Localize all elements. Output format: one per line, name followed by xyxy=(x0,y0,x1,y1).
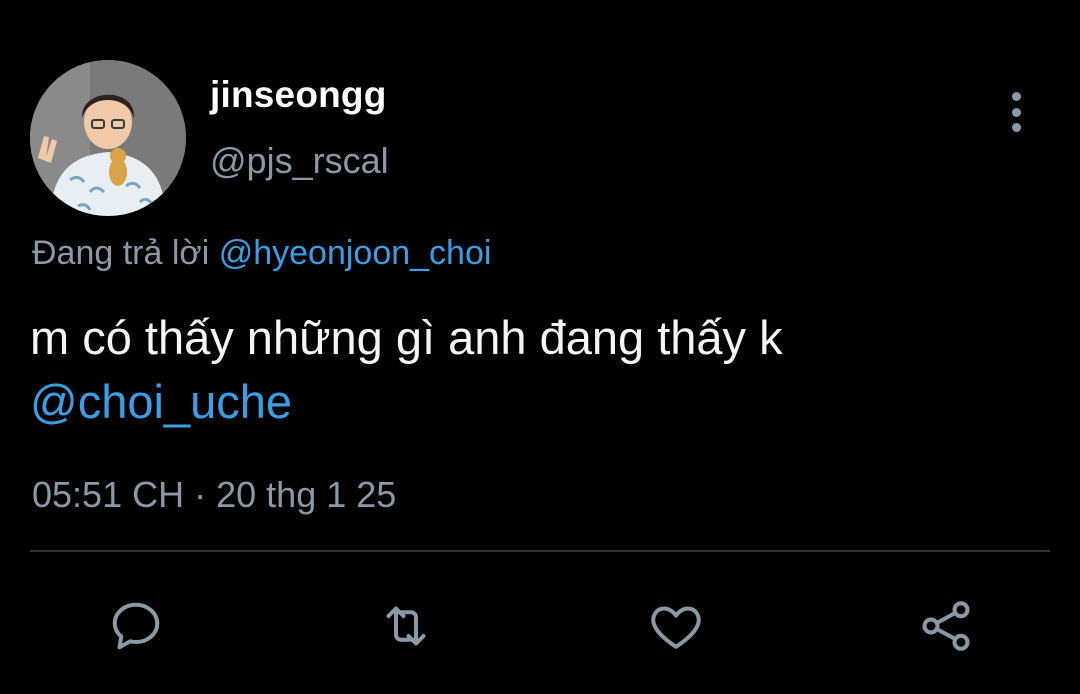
reply-to-mention-link[interactable]: @hyeonjoon_choi xyxy=(219,234,492,272)
tweet-text-line: m có thấy những gì anh đang thấy k xyxy=(30,311,783,364)
like-button[interactable] xyxy=(644,594,708,658)
user-handle[interactable]: @pjs_rscal xyxy=(210,140,389,182)
more-vertical-icon-dot xyxy=(1011,123,1021,132)
tweet-timestamp[interactable]: 05:51 CH · 20 thg 1 25 xyxy=(32,474,396,516)
share-icon xyxy=(922,601,970,651)
divider xyxy=(30,550,1050,552)
share-button[interactable] xyxy=(914,594,978,658)
retweet-button[interactable] xyxy=(374,594,438,658)
reply-prefix: Đang trả lời xyxy=(32,234,210,272)
reply-button[interactable] xyxy=(104,594,168,658)
retweet-icon xyxy=(386,606,426,646)
tweet-text: m có thấy những gì anh đang thấy k @choi… xyxy=(30,306,1050,434)
tweet-date: 20 thg 1 25 xyxy=(216,474,397,515)
timestamp-separator: · xyxy=(194,474,207,515)
display-name[interactable]: jinseongg xyxy=(210,74,387,116)
comment-icon xyxy=(112,602,160,650)
more-options-button[interactable] xyxy=(996,88,1036,136)
avatar[interactable] xyxy=(30,60,186,216)
avatar-photo xyxy=(30,60,186,216)
more-vertical-icon xyxy=(1011,92,1021,101)
tweet-time: 05:51 CH xyxy=(32,474,185,515)
tweet-mention-link[interactable]: @choi_uche xyxy=(30,370,1050,434)
replying-to: Đang trả lời @hyeonjoon_choi xyxy=(32,234,491,273)
more-vertical-icon-dot xyxy=(1011,107,1021,117)
heart-icon xyxy=(651,606,701,649)
